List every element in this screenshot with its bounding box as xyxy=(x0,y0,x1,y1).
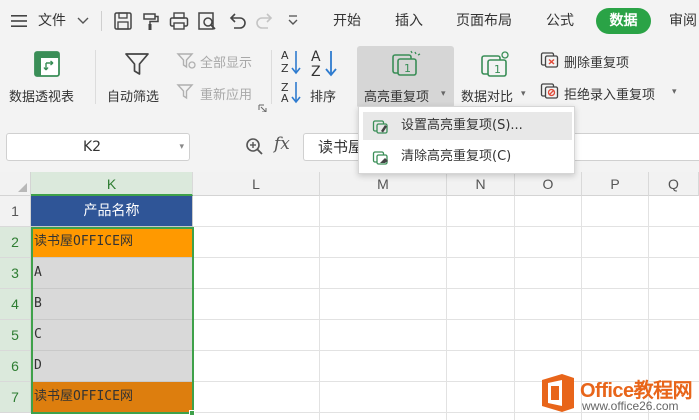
data-compare-button[interactable]: 数据对比 xyxy=(461,86,513,105)
hamburger-menu-icon[interactable] xyxy=(10,13,28,29)
customize-toolbar-icon[interactable] xyxy=(286,13,300,29)
fx-icon[interactable]: fx xyxy=(274,134,290,154)
caret-down-icon: ▾ xyxy=(441,89,446,99)
tab-review[interactable]: 审阅 xyxy=(669,0,697,42)
remove-duplicates-button[interactable]: 删除重复项 xyxy=(564,52,629,71)
cell-k2[interactable]: 读书屋OFFICE网 xyxy=(31,227,193,258)
column-header-o[interactable]: O xyxy=(515,172,582,196)
tab-data[interactable]: 数据 xyxy=(596,8,651,34)
pivot-table-button[interactable]: 数据透视表 xyxy=(9,86,74,105)
svg-text:A: A xyxy=(311,49,321,65)
set-highlight-duplicates-label: 设置高亮重复项(S)... xyxy=(401,118,523,133)
svg-text:Z: Z xyxy=(281,62,289,75)
highlight-duplicates-dropdown: 设置高亮重复项(S)... 清除高亮重复项(C) xyxy=(358,106,575,174)
tab-page-layout[interactable]: 页面布局 xyxy=(456,0,512,42)
tab-insert[interactable]: 插入 xyxy=(395,0,423,42)
undo-icon[interactable] xyxy=(226,10,248,32)
set-highlight-duplicates-item[interactable]: 设置高亮重复项(S)... xyxy=(363,112,572,140)
column-header-l[interactable]: L xyxy=(193,172,320,196)
column-header-n[interactable]: N xyxy=(447,172,515,196)
svg-text:Z: Z xyxy=(311,64,321,78)
reapply-filter-icon xyxy=(176,84,194,100)
highlight-duplicates-icon: 1 xyxy=(392,50,421,76)
svg-text:1: 1 xyxy=(494,63,501,76)
watermark-url: www.office26.com xyxy=(582,399,679,413)
chevron-down-icon[interactable] xyxy=(77,16,89,26)
sort-button[interactable]: 排序 xyxy=(310,86,336,105)
clear-highlight-duplicates-label: 清除高亮重复项(C) xyxy=(401,149,512,164)
tab-home[interactable]: 开始 xyxy=(333,0,361,42)
row-header-1[interactable]: 1 xyxy=(0,196,31,227)
office-tutorial-watermark: Office教程网 www.office26.com xyxy=(536,366,699,420)
ribbon-separator xyxy=(95,50,96,104)
formula-bar: K2 ▾ fx 读书屋 xyxy=(0,112,699,172)
cell-k3[interactable]: A xyxy=(31,258,193,289)
row-header-6[interactable]: 6 xyxy=(0,351,31,382)
row-header-7[interactable]: 7 xyxy=(0,382,31,413)
ribbon-separator xyxy=(271,50,272,104)
filter-icon[interactable] xyxy=(123,50,151,78)
clear-highlight-icon xyxy=(372,151,388,165)
tab-formulas[interactable]: 公式 xyxy=(546,0,574,42)
select-all-corner[interactable] xyxy=(0,172,31,196)
svg-text:A: A xyxy=(281,92,289,104)
row-header-5[interactable]: 5 xyxy=(0,320,31,351)
column-header-k[interactable]: K xyxy=(31,172,193,196)
save-icon[interactable] xyxy=(112,10,134,32)
column-header-q[interactable]: Q xyxy=(649,172,699,196)
remove-duplicates-icon[interactable] xyxy=(540,51,560,69)
name-box[interactable]: K2 ▾ xyxy=(6,133,190,161)
caret-down-icon[interactable]: ▾ xyxy=(179,134,184,160)
pivot-table-icon[interactable] xyxy=(33,50,61,78)
highlight-duplicates-icon xyxy=(372,120,388,134)
svg-text:1: 1 xyxy=(404,62,411,75)
autofilter-button[interactable]: 自动筛选 xyxy=(107,86,159,105)
row-header-2[interactable]: 2 xyxy=(0,227,31,258)
row-header-4[interactable]: 4 xyxy=(0,289,31,320)
highlight-duplicates-label: 高亮重复项 xyxy=(364,90,430,105)
format-painter-icon[interactable] xyxy=(140,10,162,32)
menu-bar: 文件 开始 插入 页面布局 公式 数据 审阅 xyxy=(0,0,699,42)
office-logo-icon xyxy=(542,374,574,412)
sort-icon[interactable]: A Z xyxy=(309,48,337,78)
cell-k6[interactable]: D xyxy=(31,351,193,382)
reject-duplicates-icon[interactable] xyxy=(540,82,560,100)
clear-highlight-duplicates-item[interactable]: 清除高亮重复项(C) xyxy=(363,143,572,171)
row-header-3[interactable]: 3 xyxy=(0,258,31,289)
file-menu[interactable]: 文件 xyxy=(38,0,66,42)
print-preview-icon[interactable] xyxy=(196,10,218,32)
caret-down-icon: ▾ xyxy=(672,87,677,97)
redo-icon[interactable] xyxy=(254,10,276,32)
show-all-filter-icon xyxy=(176,53,196,69)
column-header-p[interactable]: P xyxy=(582,172,649,196)
cell-k4[interactable]: B xyxy=(31,289,193,320)
zoom-search-icon[interactable] xyxy=(244,136,264,156)
grid-line xyxy=(446,196,447,420)
grid-line xyxy=(319,196,320,420)
show-all-button[interactable]: 全部显示 xyxy=(200,52,252,71)
column-header-m[interactable]: M xyxy=(320,172,447,196)
grid-line xyxy=(514,196,515,420)
caret-down-icon: ▾ xyxy=(521,89,526,99)
select-all-triangle-icon xyxy=(18,183,27,192)
reapply-button[interactable]: 重新应用 xyxy=(200,84,252,103)
print-icon[interactable] xyxy=(168,10,190,32)
data-compare-icon[interactable]: 1 xyxy=(479,50,511,78)
sort-descending-icon[interactable]: Z A xyxy=(280,80,302,104)
formula-content: 读书屋 xyxy=(318,138,364,156)
svg-text:A: A xyxy=(281,49,289,62)
sort-ascending-icon[interactable]: A Z xyxy=(280,48,302,76)
cell-reference: K2 xyxy=(82,139,102,155)
cell-k5[interactable]: C xyxy=(31,320,193,351)
reject-duplicates-button[interactable]: 拒绝录入重复项 xyxy=(564,84,655,103)
fill-handle[interactable] xyxy=(189,410,195,416)
menu-divider xyxy=(101,11,102,31)
cell-k7[interactable]: 读书屋OFFICE网 xyxy=(31,382,193,413)
cell-k1[interactable]: 产品名称 xyxy=(31,196,193,227)
